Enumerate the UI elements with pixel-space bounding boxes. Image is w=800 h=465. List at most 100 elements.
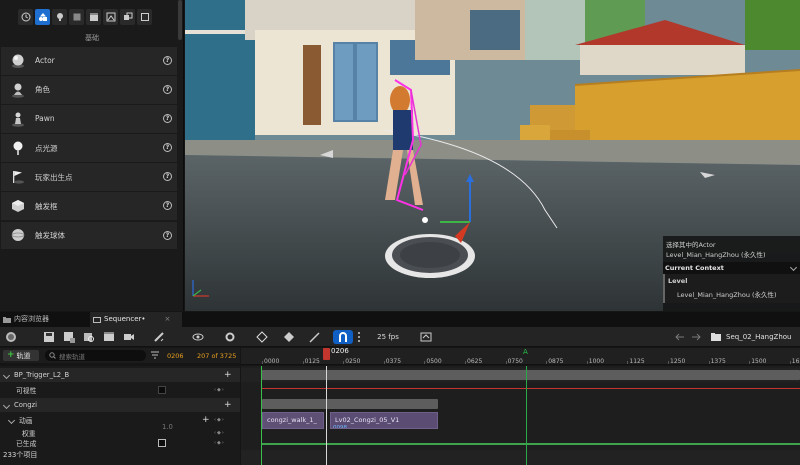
track-visibility[interactable]: 可视性 ‹◆› (0, 383, 240, 397)
camera-icon[interactable] (122, 330, 136, 344)
volumes-category-icon[interactable] (120, 9, 135, 25)
animation-clip-walk[interactable]: congzi_walk_1_ (262, 412, 324, 429)
close-icon[interactable]: × (165, 312, 171, 327)
playhead-handle[interactable] (323, 348, 330, 360)
all-classes-category-icon[interactable] (137, 9, 152, 25)
ruler-tick-label: 0125 (304, 358, 320, 365)
place-actors-panel: 基础 Actor ? 角色 ? Pawn ? 点光源 ? 玩家出生点 ? 触发框… (0, 0, 184, 311)
help-icon[interactable]: ? (163, 56, 172, 65)
add-track-button[interactable]: + 轨道 (3, 350, 39, 361)
track-congzi[interactable]: Congzi + (0, 398, 240, 412)
bottom-tab-bar: 内容浏览器 Sequencer• × (0, 312, 800, 327)
ruler-tick-label: 0000 (264, 358, 280, 365)
keyframe-nav-icon[interactable]: ‹◆› (214, 417, 225, 423)
list-item-point-light[interactable]: 点光源 ? (1, 134, 177, 162)
list-item-actor[interactable]: Actor ? (1, 47, 177, 75)
find-in-browser-icon[interactable] (82, 330, 96, 344)
playback-options-icon[interactable] (148, 330, 170, 344)
plus-icon: + (7, 350, 15, 360)
ruler-tick (343, 361, 345, 364)
ruler-tick (749, 361, 751, 364)
start-marker[interactable] (261, 366, 262, 465)
congzi-section-bar[interactable] (262, 399, 438, 409)
save-icon[interactable] (42, 330, 56, 344)
animation-clip-main[interactable]: Lv02_Congzi_05_V1 0098 (330, 412, 438, 429)
pawn-icon (1, 105, 35, 132)
time-ruler[interactable]: 0000 0125 0250 0375 0500 0625 0750 0875 1000 1125… (241, 348, 800, 365)
spawned-curve (262, 443, 800, 445)
recent-category-icon[interactable] (18, 9, 33, 25)
track-search-input[interactable]: 搜索轨道 (45, 350, 146, 361)
list-item-character[interactable]: 角色 ? (1, 76, 177, 104)
panel-scrollbar[interactable] (178, 0, 182, 40)
chevron-down-icon[interactable] (2, 371, 11, 379)
view-options-icon[interactable] (186, 330, 210, 344)
playhead-line[interactable] (326, 366, 327, 465)
shapes-category-icon[interactable] (69, 9, 84, 25)
help-icon[interactable]: ? (163, 85, 172, 95)
cinematic-category-icon[interactable] (86, 9, 101, 25)
render-movie-icon[interactable] (102, 330, 116, 344)
help-icon[interactable]: ? (163, 172, 172, 182)
item-label: Actor (35, 56, 55, 66)
folder-icon[interactable] (709, 330, 723, 344)
back-arrow-icon[interactable] (674, 330, 686, 344)
visual-effects-category-icon[interactable] (103, 9, 118, 25)
track-animation[interactable]: 动画 + ‹◆› (0, 413, 240, 427)
tab-sequencer[interactable]: Sequencer• × (90, 312, 182, 327)
current-frame[interactable]: 0206 (167, 352, 184, 360)
help-icon[interactable]: ? (163, 143, 172, 153)
ruler-tick-label: 1250 (670, 358, 686, 365)
ruler-tick (424, 361, 426, 364)
settings-icon[interactable] (218, 330, 242, 344)
snap-icon[interactable] (333, 330, 353, 344)
weight-value[interactable]: 1.0 (162, 423, 173, 431)
help-icon[interactable]: ? (163, 201, 172, 211)
mark-a-line[interactable] (526, 366, 527, 465)
add-icon[interactable]: + (202, 415, 210, 425)
ruler-tick-label: 1625 (791, 358, 800, 365)
list-item-player-start[interactable]: 玩家出生点 ? (1, 163, 177, 191)
chevron-down-icon[interactable] (2, 401, 11, 409)
ruler-tick (668, 361, 669, 364)
fps-dropdown[interactable]: 25 fps (369, 330, 407, 344)
item-count: 233个项目 (0, 450, 240, 465)
keyframe-nav-icon[interactable]: ‹◆› (214, 440, 225, 446)
keyframe-nav-icon[interactable]: ‹◆› (214, 387, 225, 393)
add-icon[interactable]: + (224, 400, 232, 410)
filter-icon[interactable] (151, 351, 159, 359)
add-icon[interactable]: + (224, 370, 232, 380)
world-icon[interactable] (4, 330, 18, 344)
mark-a[interactable]: A (523, 348, 528, 356)
film-icon (93, 316, 101, 323)
level-value[interactable]: Level_Mian_HangZhou (永久性) (677, 289, 777, 299)
auto-key-icon[interactable] (281, 330, 297, 344)
trigger-section-bar[interactable] (262, 370, 800, 380)
item-label: 点光源 (35, 143, 58, 153)
more-icon[interactable] (356, 330, 362, 344)
help-icon[interactable]: ? (163, 114, 172, 124)
save-as-icon[interactable] (62, 330, 76, 344)
level-viewport[interactable]: 选择其中的Actor Level_Mian_HangZhou (永久性) Cur… (185, 0, 800, 311)
basic-category-icon[interactable] (35, 9, 50, 25)
spawned-checkbox[interactable] (158, 439, 166, 447)
track-trigger[interactable]: BP_Trigger_L2_B + (0, 368, 240, 382)
curve-editor-icon[interactable] (304, 330, 326, 344)
list-item-trigger-box[interactable]: 触发框 ? (1, 192, 177, 220)
list-item-trigger-sphere[interactable]: 触发球体 ? (1, 221, 177, 250)
ruler-tick-label: 1500 (751, 358, 767, 365)
tab-content-browser[interactable]: 内容浏览器 (0, 312, 90, 327)
current-context-header[interactable]: Current Context (663, 262, 800, 274)
timeline-area[interactable]: congzi_walk_1_ Lv02_Congzi_05_V1 0098 (241, 366, 800, 465)
list-item-pawn[interactable]: Pawn ? (1, 105, 177, 133)
chevron-down-icon[interactable] (7, 416, 16, 424)
sequence-breadcrumb[interactable]: Seq_02_HangZhou (726, 330, 800, 344)
visibility-checkbox[interactable] (158, 386, 166, 394)
key-icon[interactable] (250, 330, 274, 344)
lights-category-icon[interactable] (52, 9, 67, 25)
track-spawned[interactable]: 已生成 ‹◆› (0, 436, 240, 450)
help-icon[interactable]: ? (163, 230, 172, 240)
ruler-tick (789, 361, 791, 364)
forward-arrow-icon[interactable] (690, 330, 702, 344)
loop-icon[interactable] (419, 330, 433, 344)
